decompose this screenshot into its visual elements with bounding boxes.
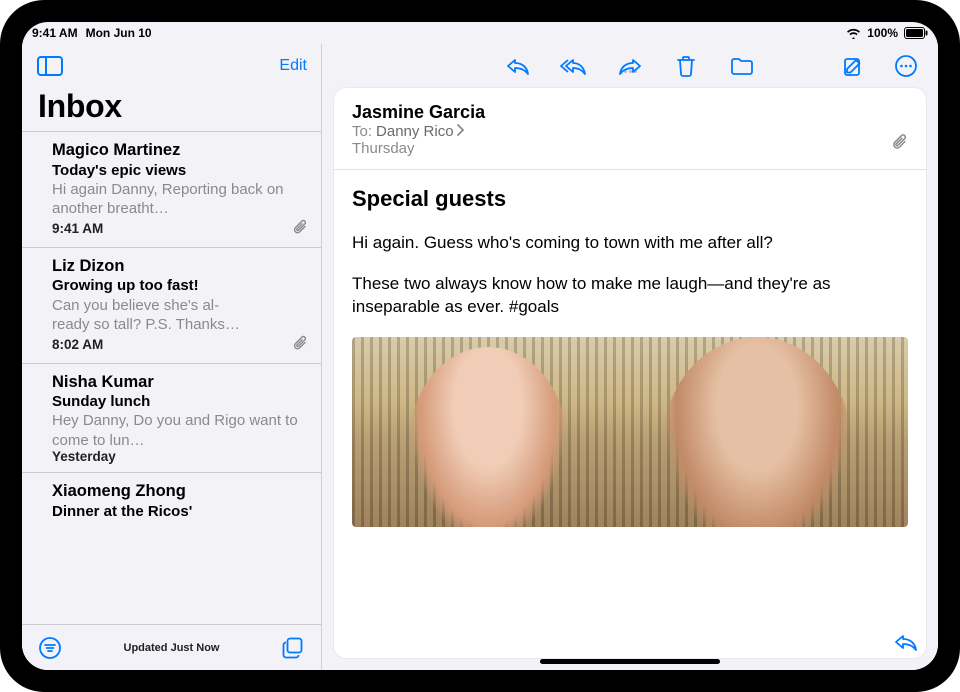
list-item-preview: Hi again Danny, Reporting back on anothe… [52, 180, 307, 218]
wifi-icon [846, 28, 861, 39]
message-list[interactable]: Magico Martinez Today's epic views Hi ag… [22, 131, 321, 624]
list-item-time: Yesterday [52, 449, 116, 464]
more-button[interactable] [892, 52, 920, 80]
paperclip-icon [892, 132, 908, 155]
reply-all-button[interactable] [560, 52, 588, 80]
list-item-subject: Sunday lunch [52, 392, 307, 411]
list-item-subject: Growing up too fast! [52, 276, 307, 295]
message-date: Thursday [352, 140, 908, 157]
to-label: To: [352, 123, 372, 140]
list-item[interactable]: Xiaomeng Zhong Dinner at the Ricos' [22, 473, 321, 529]
sidebar-bottom-bar: Updated Just Now [22, 624, 321, 670]
list-item[interactable]: Nisha Kumar Sunday lunch Hey Danny, Do y… [22, 364, 321, 474]
list-item-preview: Can you believe she's al- ready so tall?… [52, 296, 307, 334]
filter-button[interactable] [36, 634, 64, 662]
chevron-right-icon [456, 123, 464, 140]
screen: 9:41 AM Mon Jun 10 100% Ed [22, 22, 938, 670]
status-bar: 9:41 AM Mon Jun 10 100% [22, 22, 938, 44]
message-pane: Jasmine Garcia To: Danny Rico Thursday [322, 44, 938, 670]
message-toolbar [322, 44, 938, 88]
list-item[interactable]: Liz Dizon Growing up too fast! Can you b… [22, 248, 321, 364]
message-subject: Special guests [352, 186, 908, 212]
battery-icon [904, 27, 928, 39]
message-recipient[interactable]: Danny Rico [376, 123, 454, 140]
paperclip-icon [293, 334, 307, 355]
list-item[interactable]: Magico Martinez Today's epic views Hi ag… [22, 132, 321, 248]
compose-button[interactable] [840, 52, 868, 80]
updated-label: Updated Just Now [64, 642, 279, 654]
message-image-attachment[interactable] [352, 337, 908, 527]
message-card: Jasmine Garcia To: Danny Rico Thursday [334, 88, 926, 658]
reply-button[interactable] [504, 52, 532, 80]
list-item-from: Liz Dizon [52, 256, 307, 277]
status-time: 9:41 AM [32, 26, 78, 40]
mailbox-title: Inbox [22, 88, 321, 131]
mailbox-sidebar: Edit Inbox Magico Martinez Today's epic … [22, 44, 322, 670]
message-body[interactable]: Special guests Hi again. Guess who's com… [334, 170, 926, 658]
multi-window-button[interactable] [279, 634, 307, 662]
status-battery-pct: 100% [867, 26, 898, 40]
edit-button[interactable]: Edit [279, 57, 307, 75]
list-item-from: Xiaomeng Zhong [52, 481, 307, 502]
sidebar-toggle-button[interactable] [36, 52, 64, 80]
list-item-time: 8:02 AM [52, 337, 103, 352]
message-paragraph: These two always know how to make me lau… [352, 273, 908, 319]
quick-reply-button[interactable] [892, 628, 920, 656]
list-item-subject: Today's epic views [52, 161, 307, 180]
status-date: Mon Jun 10 [86, 26, 152, 40]
trash-button[interactable] [672, 52, 700, 80]
list-item-from: Magico Martinez [52, 140, 307, 161]
message-header[interactable]: Jasmine Garcia To: Danny Rico Thursday [334, 88, 926, 170]
forward-button[interactable] [616, 52, 644, 80]
paperclip-icon [293, 218, 307, 239]
home-indicator[interactable] [540, 659, 720, 664]
list-item-subject: Dinner at the Ricos' [52, 502, 307, 521]
message-paragraph: Hi again. Guess who's coming to town wit… [352, 232, 908, 255]
move-button[interactable] [728, 52, 756, 80]
list-item-time: 9:41 AM [52, 221, 103, 236]
message-sender: Jasmine Garcia [352, 102, 908, 123]
list-item-preview: Hey Danny, Do you and Rigo want to come … [52, 411, 307, 449]
list-item-from: Nisha Kumar [52, 372, 307, 393]
